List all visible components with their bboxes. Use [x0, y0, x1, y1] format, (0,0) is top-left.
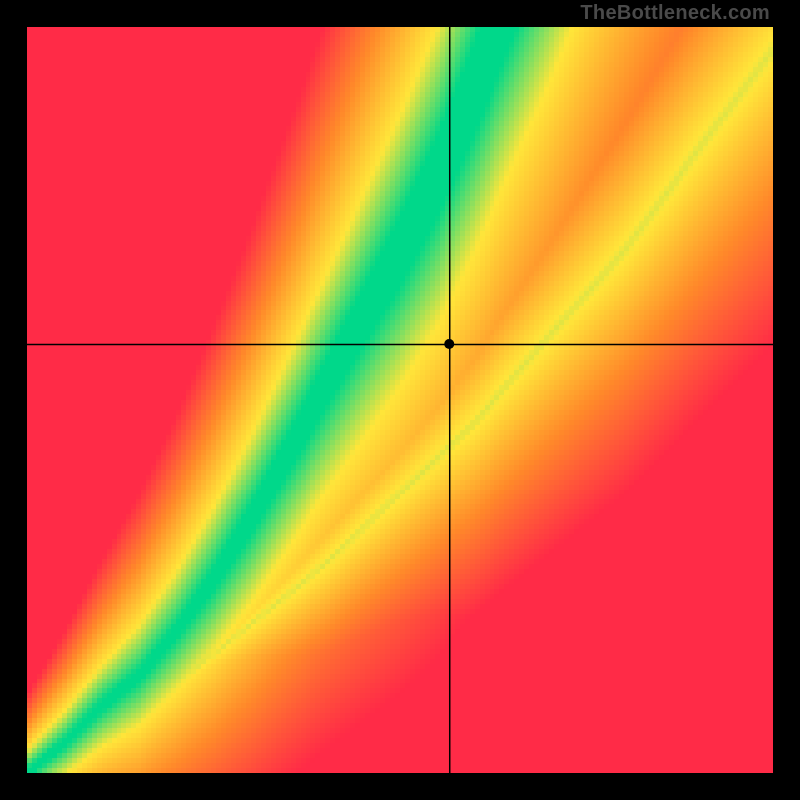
chart-frame: { "watermark": "TheBottleneck.com", "col…: [0, 0, 800, 800]
watermark-text: TheBottleneck.com: [580, 2, 770, 25]
bottleneck-heatmap: [27, 27, 773, 773]
